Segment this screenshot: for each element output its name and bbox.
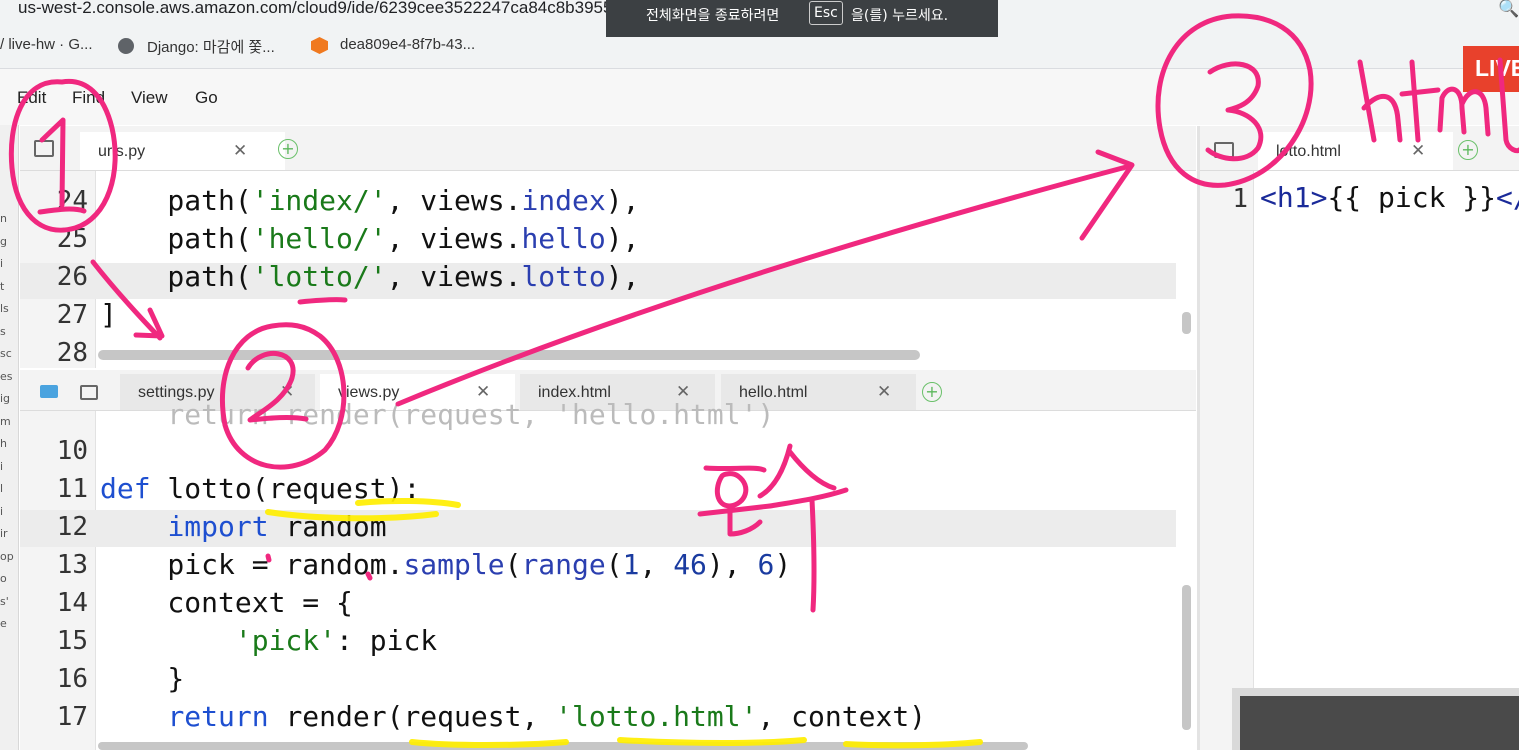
folder-icon[interactable]: [40, 385, 58, 398]
code-line[interactable]: path('index/', views.index),: [100, 184, 639, 217]
tab-lotto-html[interactable]: lotto.html ✕: [1258, 132, 1453, 170]
pane3-gutter: [1200, 171, 1254, 750]
pane-menu-icon[interactable]: [34, 140, 54, 157]
code-line[interactable]: ]: [100, 298, 117, 331]
webcam-video: [1240, 696, 1519, 750]
code-line[interactable]: }: [100, 662, 184, 695]
code-line[interactable]: pick = random.sample(range(1, 46), 6): [100, 548, 791, 581]
pane3-tabbar: lotto.html ✕ +: [1200, 126, 1519, 171]
line-number: 25: [56, 224, 88, 254]
url-text[interactable]: us-west-2.console.aws.amazon.com/cloud9/…: [18, 0, 622, 18]
pane-menu-icon[interactable]: [80, 385, 98, 400]
live-badge: LIVE: [1463, 46, 1519, 92]
code-line[interactable]: import random: [100, 510, 386, 543]
left-strip-char: op: [0, 549, 14, 563]
add-tab-icon[interactable]: +: [1458, 140, 1478, 160]
left-strip-char: sc: [0, 347, 12, 360]
ide-menubar: Edit Find View Go: [0, 69, 1519, 125]
code-line[interactable]: 'pick': pick: [100, 624, 437, 657]
left-strip-char: s': [0, 594, 9, 608]
left-strip-char: e: [0, 617, 7, 630]
cube-icon: [311, 37, 328, 54]
tab-label: lotto.html: [1276, 143, 1341, 160]
line-number: 13: [56, 550, 88, 580]
fullscreen-exit-banner: 전체화면을 종료하려면 Esc 을(를) 누르세요.: [606, 0, 998, 37]
bookmark-live-hw[interactable]: / live-hw · G...: [0, 36, 93, 53]
left-strip-char: n: [0, 212, 7, 225]
code-line[interactable]: path('hello/', views.hello),: [100, 222, 639, 255]
bookmark-django[interactable]: Django: 마감에 쫓...: [147, 36, 275, 57]
menu-edit[interactable]: Edit: [17, 88, 46, 108]
partial-previous-line: return render(request, 'hello.html'): [100, 398, 775, 431]
code-line[interactable]: context = {: [100, 586, 352, 619]
fullscreen-text-before: 전체화면을 종료하려면: [646, 8, 780, 24]
code-line[interactable]: return render(request, 'lotto.html', con…: [100, 700, 926, 733]
line-number: 15: [56, 626, 88, 656]
code-line[interactable]: path('lotto/', views.lotto),: [100, 260, 639, 293]
fullscreen-text-after: 을(를) 누르세요.: [851, 8, 949, 24]
line-number: 26: [56, 262, 88, 292]
pane-menu-icon[interactable]: [1214, 142, 1234, 158]
line-number: 24: [56, 186, 88, 216]
menu-find[interactable]: Find: [72, 88, 105, 108]
close-icon[interactable]: ✕: [233, 141, 247, 161]
menu-go[interactable]: Go: [195, 88, 218, 108]
left-strip-char: m: [0, 414, 11, 428]
add-tab-icon[interactable]: +: [922, 382, 942, 402]
esc-key-badge: Esc: [809, 1, 843, 25]
left-strip-char: g: [0, 234, 7, 248]
left-strip-char: i: [0, 504, 4, 518]
close-icon[interactable]: ✕: [877, 382, 891, 402]
menu-view[interactable]: View: [131, 88, 168, 108]
line-number: 10: [56, 436, 88, 466]
left-strip-char: ls: [0, 302, 9, 315]
line-number: 12: [56, 512, 88, 542]
bookmark-dea809[interactable]: dea809e4-8f7b-43...: [340, 36, 475, 53]
line-number: 1: [1232, 184, 1248, 214]
pane2-hscrollbar[interactable]: [98, 742, 1028, 750]
close-icon[interactable]: ✕: [1411, 141, 1425, 161]
line-number: 28: [56, 338, 88, 368]
left-strip-char: ig: [0, 392, 11, 405]
line-number: 16: [56, 664, 88, 694]
left-strip-char: es: [0, 369, 13, 383]
left-strip-char: o: [0, 572, 7, 585]
live-badge-text: LIVE: [1475, 55, 1519, 81]
line-number: 27: [56, 300, 88, 330]
left-strip-char: i: [0, 459, 4, 473]
tab-label: urls.py: [98, 143, 146, 160]
line-number: 11: [56, 474, 88, 504]
underline-lotto-annotation: [297, 297, 348, 305]
left-strip-char: i: [0, 257, 4, 270]
left-strip-char: l: [0, 482, 4, 495]
pane1-vscrollbar[interactable]: [1182, 312, 1191, 334]
pane1-tabbar: urls.py ✕ +: [20, 126, 1196, 171]
left-strip-char: t: [0, 279, 5, 293]
line-number: 17: [56, 702, 88, 732]
globe-icon: [118, 38, 134, 54]
code-line[interactable]: def lotto(request):: [100, 472, 420, 505]
code-line[interactable]: <h1>{{ pick }}</h1>: [1260, 181, 1519, 214]
add-tab-icon[interactable]: +: [278, 139, 298, 159]
left-strip-char: s: [0, 324, 6, 338]
left-strip-char: h: [0, 437, 7, 450]
left-strip-char: ir: [0, 527, 8, 540]
pane1-hscrollbar[interactable]: [98, 350, 920, 360]
line-number: 14: [56, 588, 88, 618]
pane2-vscrollbar[interactable]: [1182, 585, 1191, 730]
tab-urls-py[interactable]: urls.py ✕: [80, 132, 285, 170]
zoom-icon[interactable]: 🔍: [1498, 0, 1519, 19]
